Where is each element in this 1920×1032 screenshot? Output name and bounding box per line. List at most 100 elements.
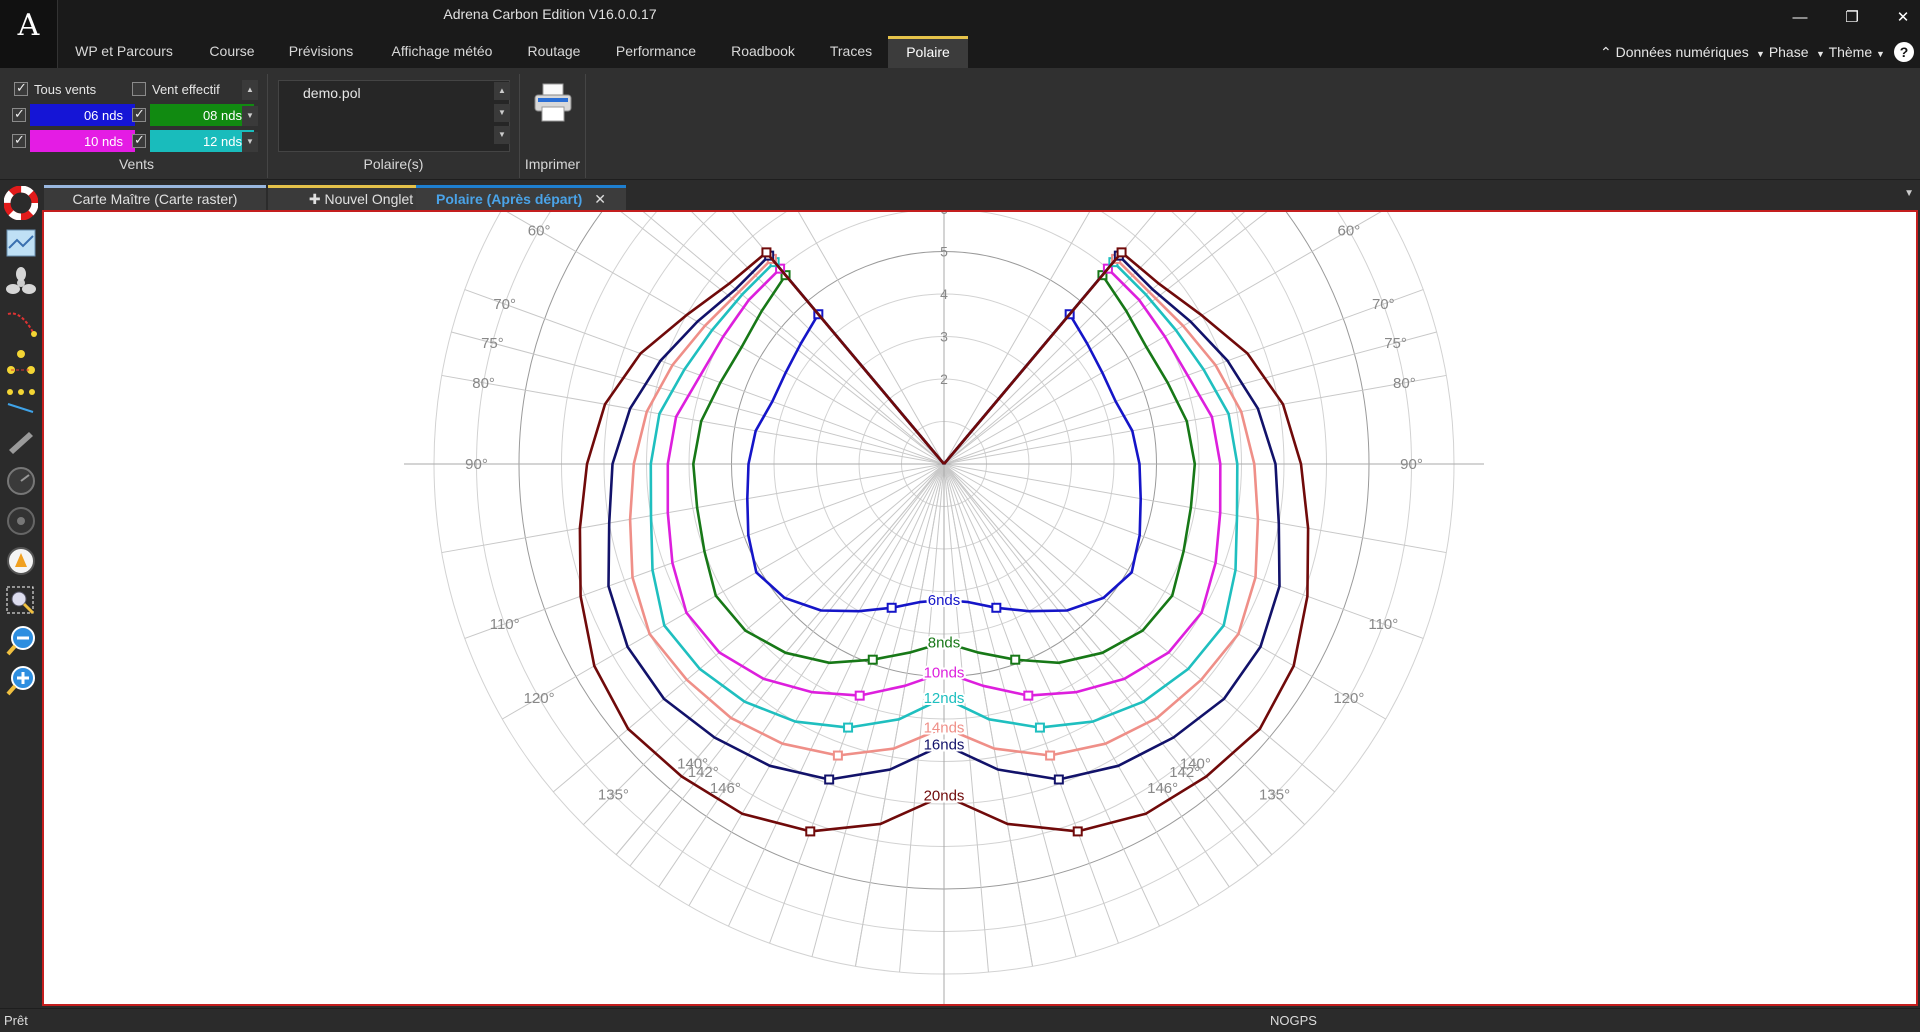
app-logo[interactable]: A [0, 0, 58, 68]
radial-line [943, 463, 1077, 957]
radial-line [629, 463, 945, 867]
angle-label: 142° [688, 764, 719, 781]
polar-marker [843, 722, 854, 733]
propeller-icon[interactable] [3, 264, 39, 302]
tab-polaire-apres-depart[interactable]: Polaire (Après départ) ✕ [416, 185, 626, 210]
document-tabs: Carte Maître (Carte raster) ✚ Nouvel Ong… [40, 182, 1920, 210]
angle-label: 60° [1338, 222, 1361, 239]
compass-icon[interactable] [3, 542, 39, 580]
wind-swatch-10[interactable]: 10 nds [30, 130, 135, 152]
checkbox[interactable] [12, 132, 26, 148]
wind-swatch-12[interactable]: 12 nds [150, 130, 254, 152]
polar-curve-20nds-starboard [943, 251, 1310, 833]
radial-line [620, 212, 945, 465]
caret-down-icon: ▼ [1816, 49, 1825, 59]
close-button[interactable]: ✕ [1886, 4, 1920, 30]
minimize-button[interactable]: — [1783, 4, 1817, 30]
gps-status: NOGPS [1270, 1013, 1317, 1028]
angle-label: 60° [528, 222, 551, 239]
zoom-in-icon[interactable] [3, 662, 39, 700]
close-tab-icon[interactable]: ✕ [594, 191, 606, 207]
scroll-down-arrow[interactable]: ▼ [494, 104, 510, 122]
printer-icon[interactable] [530, 80, 576, 126]
zoom-rect-icon[interactable] [3, 582, 39, 620]
numeric-data-menu[interactable]: ⌃ Données numériques [1600, 36, 1749, 68]
menu-previsions[interactable]: Prévisions [278, 36, 364, 68]
speed-tick-label: 2 [940, 371, 948, 387]
menu-affichage-meteo[interactable]: Affichage météo [378, 36, 506, 68]
logo-letter: A [17, 8, 40, 43]
track-icon[interactable] [3, 382, 39, 420]
polar-chart-panel[interactable]: 23456760°60°70°70°75°75°80°80°90°90°110°… [42, 210, 1918, 1006]
polar-chart[interactable]: 23456760°60°70°70°75°75°80°80°90°90°110°… [44, 212, 1916, 1004]
waypoints-icon[interactable] [3, 344, 39, 382]
polar-marker [1034, 722, 1045, 733]
tab-carte-maitre[interactable]: Carte Maître (Carte raster) [44, 185, 266, 210]
lifebuoy-icon[interactable] [3, 184, 39, 222]
checkbox[interactable] [132, 106, 146, 122]
angle-label: 120° [524, 690, 555, 707]
window-title: Adrena Carbon Edition V16.0.0.17 [443, 6, 657, 22]
wind-swatch-08[interactable]: 08 nds [150, 104, 254, 126]
radial-line [769, 463, 945, 944]
wind-row-10[interactable]: 10 nds [12, 130, 135, 152]
checkbox[interactable] [132, 82, 146, 96]
menu-wp-parcours[interactable]: WP et Parcours [64, 36, 184, 68]
polar-marker [824, 774, 835, 785]
wind-row-12[interactable]: 12 nds [132, 130, 254, 152]
polar-file-item[interactable]: demo.pol [303, 85, 361, 101]
scroll-up-arrow[interactable]: ▲ [494, 82, 510, 100]
angle-label: 146° [1147, 780, 1178, 797]
speed-tick-label: 6 [940, 212, 948, 217]
polar-marker [1053, 774, 1064, 785]
map-icon[interactable] [3, 224, 39, 262]
list-more-arrow[interactable]: ▼ [494, 126, 510, 144]
angle-label: 80° [1393, 375, 1416, 392]
effective-wind-checkbox[interactable]: Vent effectif [132, 78, 220, 100]
speed-tick-label: 3 [940, 329, 948, 345]
restore-button[interactable]: ❐ [1835, 4, 1869, 30]
angle-label: 70° [493, 296, 516, 313]
series-label: 12nds [924, 690, 965, 707]
wind-swatch-06[interactable]: 06 nds [30, 104, 135, 126]
checkbox[interactable] [14, 80, 28, 96]
wind-dropdown-arrow[interactable]: ▼ [242, 106, 258, 126]
wind-more-arrow[interactable]: ▼ [242, 132, 258, 152]
theme-menu[interactable]: ▼ Thème ▼ [1816, 36, 1885, 68]
radial-line [943, 212, 1246, 465]
series-label: 16nds [924, 737, 965, 754]
route-icon[interactable] [3, 304, 39, 342]
wind-row-08[interactable]: 08 nds [132, 104, 254, 126]
plus-icon: ✚ [308, 191, 321, 207]
tabs-overflow-icon[interactable]: ▼ [1904, 188, 1914, 199]
group-label-polaires: Polaire(s) [363, 156, 424, 172]
angle-label: 90° [465, 456, 488, 473]
scroll-up-arrow[interactable]: ▲ [242, 80, 258, 100]
menu-performance[interactable]: Performance [602, 36, 710, 68]
help-icon[interactable]: ? [1894, 42, 1914, 62]
phase-menu[interactable]: ▼ Phase [1756, 36, 1809, 68]
group-vents: Tous vents Vent effectif ▲ 06 nds 08 nds… [6, 74, 268, 178]
title-bar: Adrena Carbon Edition V16.0.0.17 — ❐ ✕ [0, 0, 1920, 36]
polar-file-list[interactable]: demo.pol [278, 80, 510, 152]
all-winds-checkbox[interactable]: Tous vents [14, 78, 96, 100]
menu-polaire[interactable]: Polaire [888, 36, 968, 68]
menu-course[interactable]: Course [196, 36, 268, 68]
chevron-up-icon: ⌃ [1600, 44, 1612, 60]
polar-marker [805, 826, 816, 837]
menu-routage[interactable]: Routage [516, 36, 592, 68]
checkbox[interactable] [12, 106, 26, 122]
menu-traces[interactable]: Traces [818, 36, 884, 68]
zoom-out-icon[interactable] [3, 622, 39, 660]
group-polaires: demo.pol ▲ ▼ ▼ Polaire(s) [268, 74, 520, 178]
polar-marker [991, 602, 1002, 613]
checkbox[interactable] [132, 132, 146, 148]
ruler-icon[interactable] [3, 422, 39, 460]
gauge-dim-icon[interactable] [3, 502, 39, 540]
radial-line [642, 212, 945, 465]
menu-roadbook[interactable]: Roadbook [718, 36, 808, 68]
polar-marker [761, 247, 772, 258]
gauge-icon[interactable] [3, 462, 39, 500]
polar-marker [854, 690, 865, 701]
wind-row-06[interactable]: 06 nds [12, 104, 135, 126]
